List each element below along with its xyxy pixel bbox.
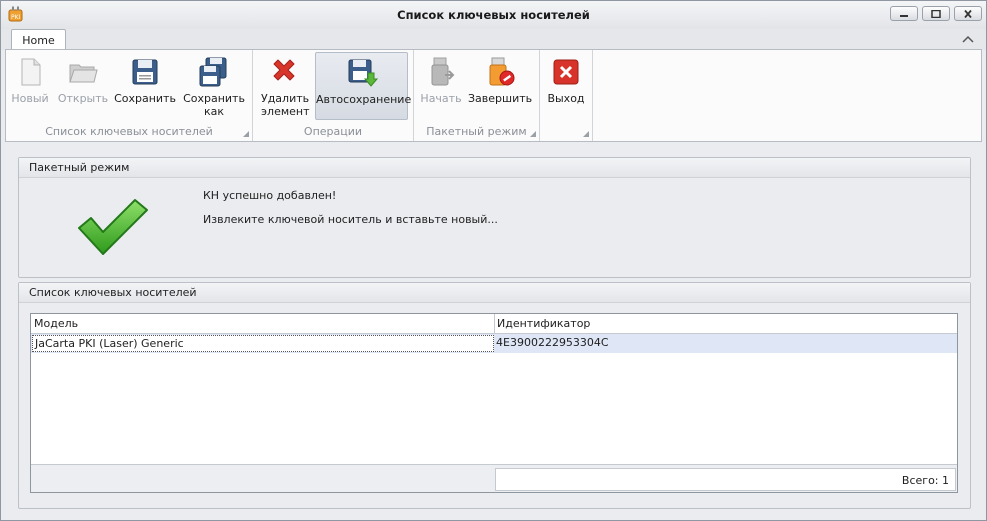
column-header-model[interactable]: Модель [34, 317, 78, 330]
group-caption-operations: Операции [303, 125, 363, 138]
save-as-button-label: Сохранить как [183, 92, 245, 118]
open-button[interactable]: Открыть [56, 52, 110, 120]
open-button-label: Открыть [57, 92, 109, 105]
cell-identifier[interactable]: 4E3900222953304C [496, 336, 609, 349]
exit-button-label: Выход [547, 92, 585, 105]
total-count: Всего: 1 [495, 468, 956, 491]
dialog-launcher-icon[interactable] [583, 131, 589, 137]
ribbon-group-batch: Начать Завершить Пакетный режим [414, 50, 540, 141]
key-list-panel-title: Список ключевых носителей [19, 283, 970, 303]
maximize-icon [931, 9, 941, 18]
instruction-message: Извлеките ключевой носитель и вставьте н… [203, 213, 498, 226]
delete-item-button[interactable]: Удалить элемент [256, 52, 312, 120]
key-list-panel: Список ключевых носителей Модель Идентиф… [18, 282, 971, 509]
window-title: Список ключевых носителей [397, 8, 590, 22]
batch-mode-panel: Пакетный режим КН успешно добавлен! Извл… [18, 157, 971, 278]
autosave-button[interactable]: Автосохранение [315, 52, 412, 120]
success-message: КН успешно добавлен! [203, 189, 337, 202]
autosave-button-label: Автосохранение [316, 93, 412, 106]
key-media-grid[interactable]: Модель Идентификатор JaCarta PKI (Laser)… [30, 313, 958, 493]
floppy-autosave-icon [348, 59, 378, 87]
cell-model[interactable]: JaCarta PKI (Laser) Generic [32, 335, 494, 352]
dialog-launcher-icon[interactable] [530, 131, 536, 137]
group-caption-key-list: Список ключевых носителей [45, 125, 213, 138]
floppy-save-as-icon [199, 57, 227, 87]
minimize-icon [900, 14, 908, 17]
floppy-disk-icon [132, 59, 158, 85]
open-folder-icon [69, 64, 98, 83]
red-x-delete-icon [273, 59, 295, 81]
group-caption-batch: Пакетный режим [426, 125, 527, 138]
exit-x-icon [553, 59, 579, 85]
title-bar: PKI Список ключевых носителей [1, 1, 986, 29]
usb-token-stop-icon [489, 57, 515, 86]
close-button[interactable] [954, 6, 982, 21]
exit-button[interactable]: Выход [543, 52, 589, 120]
usb-token-start-icon [431, 57, 455, 86]
start-button[interactable]: Начать [418, 52, 464, 120]
ribbon: Новый Открыть Сохранить Сохранить как Сп… [5, 49, 982, 142]
save-as-button[interactable]: Сохранить как [180, 52, 248, 120]
batch-mode-panel-title: Пакетный режим [19, 158, 970, 178]
grid-footer: Всего: 1 [31, 464, 957, 492]
new-document-icon [21, 58, 41, 86]
close-icon [964, 9, 972, 18]
table-row[interactable]: JaCarta PKI (Laser) Generic 4E3900222953… [31, 334, 957, 353]
ribbon-group-key-list: Новый Открыть Сохранить Сохранить как Сп… [6, 50, 253, 141]
green-checkmark-icon [78, 199, 148, 255]
dialog-launcher-icon[interactable] [243, 131, 249, 137]
column-separator[interactable] [494, 314, 495, 334]
main-window: PKI Список ключевых носителей Home Новый… [0, 0, 987, 521]
ribbon-group-exit: Выход [540, 50, 593, 141]
finish-button-label: Завершить [468, 92, 533, 105]
tab-home[interactable]: Home [11, 29, 66, 51]
new-button-label: Новый [11, 92, 49, 105]
ribbon-tab-bar: Home [1, 29, 986, 51]
save-button-label: Сохранить [114, 92, 176, 105]
column-header-identifier[interactable]: Идентификатор [497, 317, 590, 330]
finish-button[interactable]: Завершить [468, 52, 532, 120]
delete-item-button-label: Удалить элемент [261, 92, 310, 118]
save-button[interactable]: Сохранить [114, 52, 176, 120]
start-button-label: Начать [420, 92, 462, 105]
grid-header: Модель Идентификатор [31, 314, 957, 334]
ribbon-group-operations: Удалить элемент Автосохранение Операции [253, 50, 414, 141]
new-button[interactable]: Новый [8, 52, 52, 120]
maximize-button[interactable] [922, 6, 950, 21]
minimize-button[interactable] [890, 6, 918, 21]
collapse-ribbon-icon[interactable] [962, 34, 974, 44]
